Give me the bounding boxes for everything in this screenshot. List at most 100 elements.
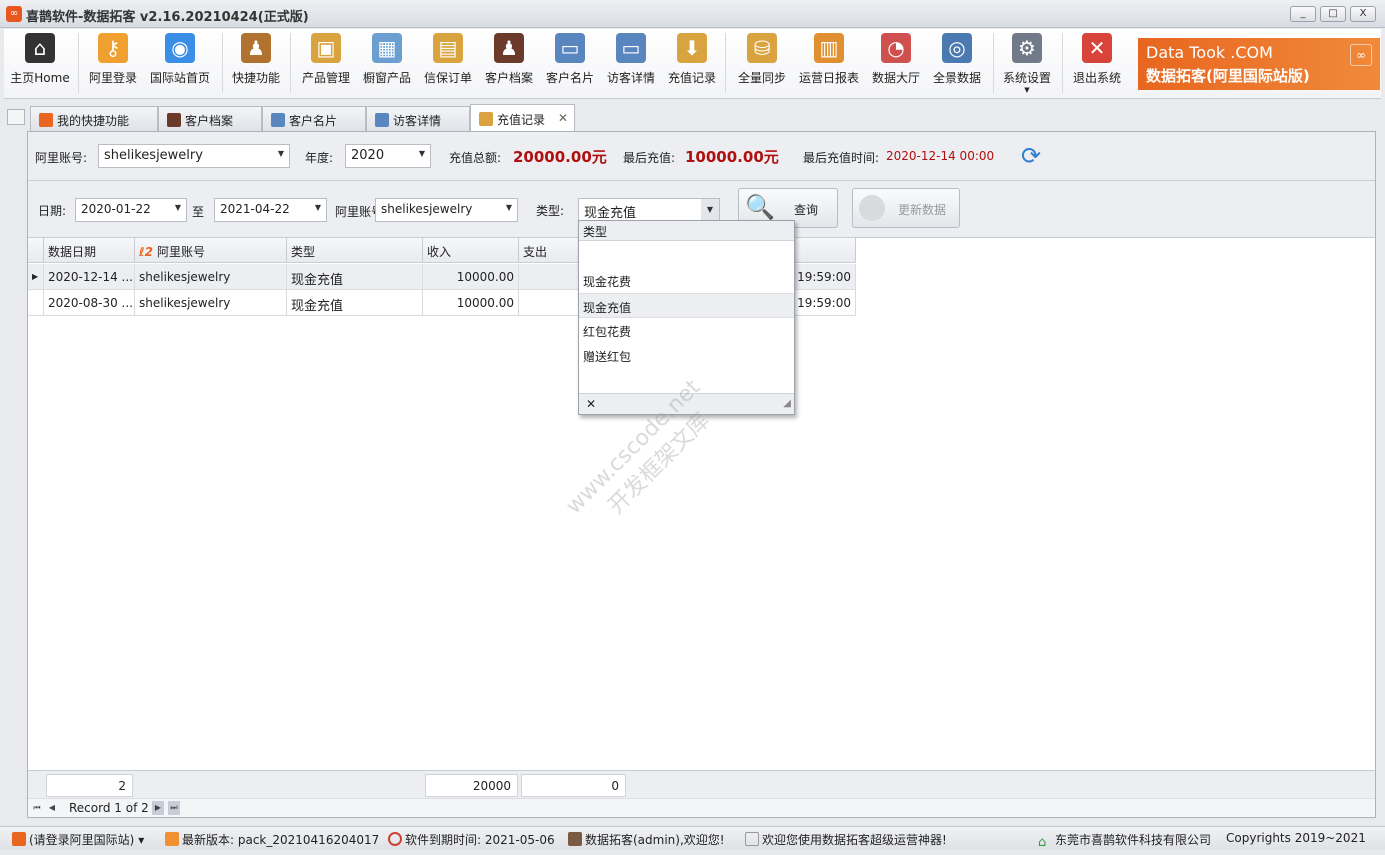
query-button-label: 查询 [794, 203, 819, 217]
type-label: 类型: [536, 204, 565, 218]
close-window-button[interactable]: X [1350, 6, 1376, 22]
expire-text: 软件到期时间: 2021-05-06 [405, 833, 555, 847]
refresh-icon[interactable]: ⟳ [1016, 142, 1046, 170]
toolbar-separator [725, 33, 726, 93]
copyright: Copyrights 2019~2021 [1226, 831, 1366, 845]
minimize-button[interactable]: _ [1290, 6, 1316, 22]
resize-grip-icon[interactable]: ◢ [783, 398, 791, 409]
update-data-button[interactable]: 更新数据 [852, 188, 960, 228]
toolbar-button-12[interactable]: ▥ 运营日报表 [797, 29, 861, 97]
toolbar-button-15[interactable]: ⚙ 系统设置 ▼ [995, 29, 1059, 97]
ali-icon [39, 113, 53, 127]
column-header-account[interactable]: ℓ2 阿里账号 [135, 238, 287, 263]
dropdown-item[interactable] [579, 243, 794, 268]
tab-3[interactable]: 访客详情 [366, 106, 470, 131]
tab-close-button[interactable]: ✕ [558, 111, 568, 125]
users-gear-icon: ⚙ [1012, 33, 1042, 63]
status-bar: (请登录阿里国际站) ▾ 最新版本: pack_20210416204017 软… [0, 826, 1385, 850]
tab-0[interactable]: 我的快捷功能 [30, 106, 158, 131]
dropdown-item[interactable]: 现金花费 [579, 268, 794, 293]
toolbar-button-6[interactable]: ▤ 信保订单 [416, 29, 480, 97]
toolbar-button-16[interactable]: ✕ 退出系统 [1065, 29, 1129, 97]
type-select[interactable]: 现金充值 ▼ [578, 198, 720, 222]
toolbar-separator [290, 33, 291, 93]
toolbar-button-label: 主页Home [10, 71, 70, 85]
clear-selection-button[interactable]: ✕ [586, 397, 596, 411]
toolbar-button-2[interactable]: ◉ 国际站首页 [148, 29, 212, 97]
company-status: ⌂ 东莞市喜鹊软件科技有限公司 [1038, 831, 1211, 850]
toolbar-button-label: 系统设置 [1002, 71, 1051, 85]
toolbar-button-11[interactable]: ⛁ 全量同步 [730, 29, 794, 97]
row-indicator [28, 290, 44, 316]
toolbar-button-label: 全景数据 [932, 71, 981, 85]
user-status: 数据拓客(admin),欢迎您! [568, 831, 725, 848]
summary-bar: 阿里账号: shelikesjewelry ▼ 年度: 2020 ▼ 充值总额: 2… [28, 132, 1375, 181]
toolbar-button-1[interactable]: ⚷ 阿里登录 [81, 29, 145, 97]
date-from-value: 2020-01-22 [81, 202, 151, 216]
filter-account-label: 阿里账号 [335, 205, 377, 219]
inbox-download-icon [479, 112, 493, 126]
filter-account-select[interactable]: shelikesjewelry ▼ [375, 198, 518, 222]
toolbar-button-3[interactable]: ♟ 快捷功能 [224, 29, 288, 97]
toolbar-button-13[interactable]: ◔ 数据大厅 [864, 29, 928, 97]
dropdown-header: 类型 [579, 221, 794, 241]
previous-record-icon[interactable]: ◀ [46, 801, 58, 815]
account-select[interactable]: shelikesjewelry ▼ [98, 144, 290, 168]
toolbar-button-7[interactable]: ♟ 客户档案 [477, 29, 541, 97]
alibaba-logo-icon: ℓ2 [139, 245, 154, 259]
grid-footer: 2 20000 0 [28, 770, 1375, 798]
type-dropdown-list: 类型 现金花费 现金充值 红包花费 赠送红包 ✕ ◢ [578, 220, 795, 415]
box-cart-icon: ▤ [433, 33, 463, 63]
toolbar-button-0[interactable]: ⌂ 主页Home [8, 29, 72, 97]
maximize-button[interactable]: □ [1320, 6, 1346, 22]
toolbar-button-8[interactable]: ▭ 客户名片 [538, 29, 602, 97]
row-indicator-header [28, 238, 44, 263]
chevron-down-icon: ▼ [505, 203, 512, 212]
tab-1[interactable]: 客户档案 [158, 106, 262, 131]
welcome-status: 欢迎您使用数据拓客超级运营神器! [745, 831, 947, 848]
next-record-icon[interactable]: ▶ [152, 801, 164, 815]
toolbar-button-4[interactable]: ▣ 产品管理 [294, 29, 358, 97]
column-header-income[interactable]: 收入 [423, 238, 519, 263]
year-select[interactable]: 2020 ▼ [345, 144, 431, 168]
column-header-date[interactable]: 数据日期 [44, 238, 135, 263]
first-record-icon[interactable]: ⏮ [31, 801, 43, 815]
chrome-icon: ◉ [165, 33, 195, 63]
account-select-value: shelikesjewelry [104, 148, 203, 163]
version-status: 最新版本: pack_20210416204017 [165, 831, 379, 848]
chevron-down-icon: ▼ [701, 199, 719, 221]
toolbar-button-5[interactable]: ▦ 橱窗产品 [355, 29, 419, 97]
exit-x-icon: ✕ [1082, 33, 1112, 63]
tab-2[interactable]: 客户名片 [262, 106, 366, 131]
box-tag-icon: ▣ [311, 33, 341, 63]
total-label: 充值总额: [449, 151, 502, 165]
dropdown-item[interactable]: 现金充值 [579, 293, 794, 318]
last-record-icon[interactable]: ⏭ [168, 801, 180, 815]
cell-account: shelikesjewelry [135, 290, 287, 316]
database-gear-icon [859, 195, 885, 221]
tab-menu-button[interactable] [7, 109, 25, 125]
dropdown-item[interactable]: 赠送红包 [579, 343, 794, 368]
dropdown-item[interactable]: 红包花费 [579, 318, 794, 343]
cell-income: 10000.00 [423, 290, 519, 316]
toolbar-button-10[interactable]: ⬇ 充值记录 [660, 29, 724, 97]
chevron-down-icon: ▼ [277, 149, 284, 158]
toolbar-button-14[interactable]: ◎ 全景数据 [925, 29, 989, 97]
last-time-value: 2020-12-14 00:00 [886, 149, 995, 163]
tab-4[interactable]: 充值记录 ✕ [470, 104, 575, 131]
date-from-picker[interactable]: 2020-01-22 ▼ [75, 198, 187, 222]
magnifier-icon: 🔍 [745, 193, 775, 221]
version-text: 最新版本: pack_20210416204017 [182, 833, 380, 847]
company-text: 东莞市喜鹊软件科技有限公司 [1055, 833, 1212, 847]
date-to-picker[interactable]: 2021-04-22 ▼ [214, 198, 327, 222]
tab-label: 我的快捷功能 [57, 114, 130, 128]
toolbar-button-9[interactable]: ▭ 访客详情 [599, 29, 663, 97]
column-header-type[interactable]: 类型 [287, 238, 423, 263]
chevron-down-icon: ▼ [314, 203, 321, 212]
cell-type: 现金充值 [287, 290, 423, 316]
cell-type: 现金充值 [287, 264, 423, 290]
last-recharge-label: 最后充值: [623, 151, 676, 165]
login-status[interactable]: (请登录阿里国际站) ▾ [12, 831, 144, 848]
chevron-down-icon: ▼ [418, 149, 425, 158]
toolbar-button-label: 快捷功能 [231, 71, 280, 85]
